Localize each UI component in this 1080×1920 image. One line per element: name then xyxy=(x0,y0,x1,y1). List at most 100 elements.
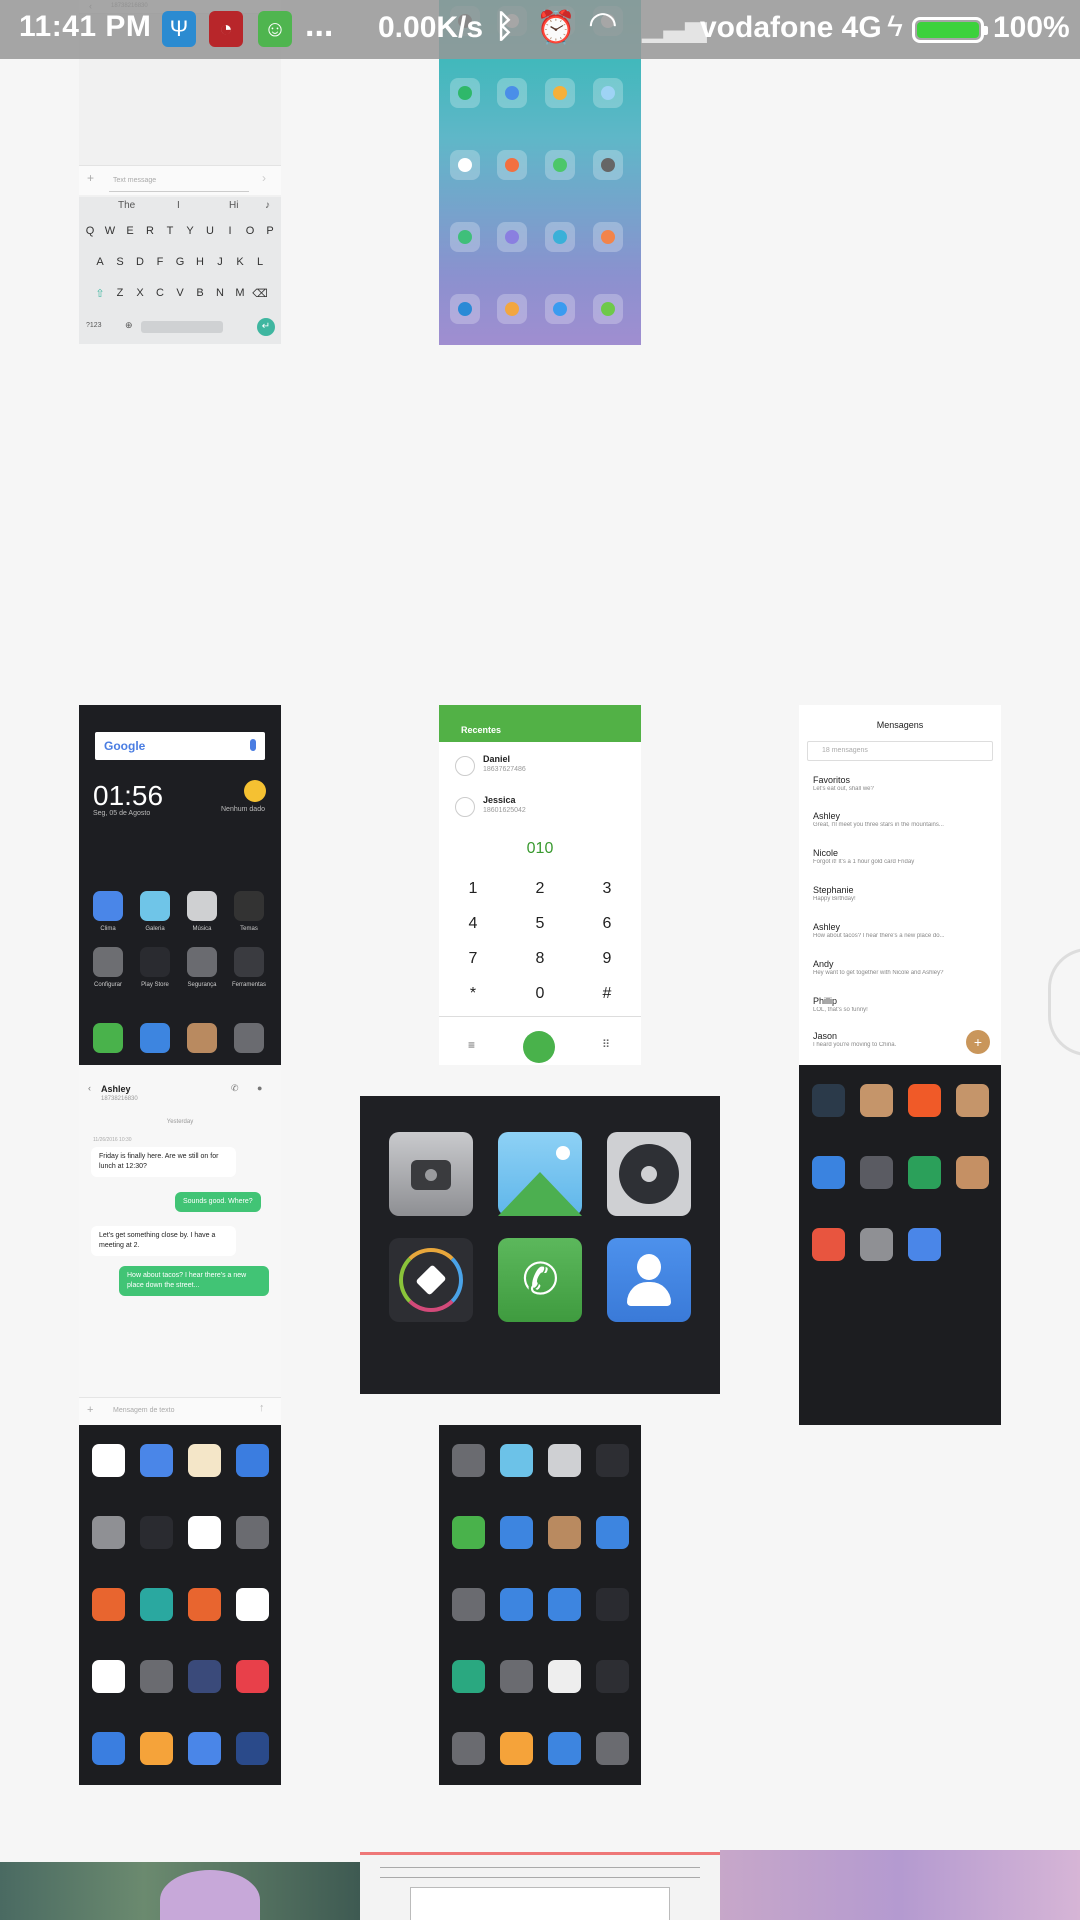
spacebar xyxy=(141,321,223,333)
enter-icon: ↵ xyxy=(257,318,275,336)
app-icon xyxy=(92,1588,125,1621)
dial-key: 2 xyxy=(535,880,545,897)
key-row-1: QWERTYUIOP xyxy=(85,225,274,237)
app-icon xyxy=(908,1228,941,1261)
dial-key: 4 xyxy=(468,915,478,932)
settings-icon xyxy=(450,150,480,180)
browser-icon xyxy=(140,1023,170,1053)
play-store-icon xyxy=(140,947,170,977)
dial-key: 5 xyxy=(535,915,545,932)
mail-icon xyxy=(92,1516,125,1549)
dial-key: 6 xyxy=(602,915,612,932)
play-store-icon xyxy=(188,1516,221,1549)
app-label: Temas xyxy=(240,926,258,932)
icon-theme-thumbnail[interactable] xyxy=(79,1425,281,1785)
app-icon xyxy=(92,1732,125,1765)
tools-icon xyxy=(234,947,264,977)
app-label: Galeria xyxy=(145,926,165,932)
messages-title: Mensagens xyxy=(876,720,924,730)
app-icon xyxy=(500,1588,533,1621)
more-notifications-icon: ... xyxy=(305,6,334,44)
suggestion: The xyxy=(118,200,136,211)
wifi-icon: ◠ xyxy=(588,5,618,43)
status-bar: 11:41 PM Ψ ◔ ☺ ... 0.00K/s ᛒ ⏰ ◠ ▁▃▅ vod… xyxy=(0,0,1080,59)
app-label: Música xyxy=(192,926,212,932)
app-icon xyxy=(188,1660,221,1693)
sim-icon xyxy=(497,294,527,324)
list-item: Andy Hey want to get together with Nicole… xyxy=(813,959,944,976)
alarm-icon: ⏰ xyxy=(536,9,576,45)
message-input: Text message xyxy=(109,170,249,192)
list-item: Phillip LOL, that's so funny! xyxy=(813,996,868,1013)
list-item: Nicole Forgot it! It's a 1 hour gold card… xyxy=(813,848,915,865)
contact-icon: ● xyxy=(257,1083,263,1093)
app-icon xyxy=(450,222,480,252)
document-thumbnail[interactable] xyxy=(360,1852,720,1920)
calendar-icon xyxy=(188,1732,221,1765)
call-icon: ✆ xyxy=(231,1083,239,1093)
recorder-icon xyxy=(500,1660,533,1693)
chat-input: Mensagem de texto xyxy=(113,1407,175,1414)
icon-theme-thumbnail[interactable] xyxy=(439,1425,641,1785)
keyboard: The I Hi ♪ QWERTYUIOP ASDFGHJKL ⇧ ZXCVBN… xyxy=(79,197,281,344)
charging-icon: ϟ xyxy=(887,10,903,43)
recorder-icon xyxy=(497,222,527,252)
suggestion: Hi xyxy=(229,200,239,211)
upload-icon xyxy=(545,294,575,324)
key-row-3: ⇧ ZXCVBNM ⌫ xyxy=(79,287,281,300)
weather-icon xyxy=(236,1444,269,1477)
avatar xyxy=(455,797,475,817)
scroll-handle[interactable] xyxy=(1048,948,1080,1056)
compass-icon xyxy=(450,294,480,324)
chat-input-bar: + Mensagem de texto ↑ xyxy=(79,1397,281,1425)
symbols-key: ?123 xyxy=(86,322,102,329)
typed-number: 010 xyxy=(526,840,554,857)
dial-key: # xyxy=(602,985,612,1002)
sim-icon xyxy=(500,1732,533,1765)
dial-key: 7 xyxy=(468,950,478,967)
app-icon xyxy=(593,78,623,108)
list-item: Favoritos Let's eat out, shall we? xyxy=(813,775,874,792)
app-icon xyxy=(548,1660,581,1693)
add-icon: + xyxy=(87,171,95,185)
app-label: Ferramentas xyxy=(231,982,266,988)
browser-icon xyxy=(596,1516,629,1549)
recent-contact: Daniel 18637627486 xyxy=(455,754,625,786)
list-item: Ashley How about tacos? I hear there's a … xyxy=(813,922,945,939)
app-label: Segurança xyxy=(187,982,217,988)
message-bubble: Let's get something close by. I have a m… xyxy=(91,1226,236,1256)
message-bubble: Friday is finally here. Are we still on … xyxy=(91,1147,236,1177)
messaging-icon xyxy=(548,1516,581,1549)
phone-icon xyxy=(452,1516,485,1549)
weather-icon xyxy=(244,780,266,802)
app-icon xyxy=(140,1732,173,1765)
menu-icon: ≡ xyxy=(468,1038,476,1052)
mi-home-icon xyxy=(908,1156,941,1189)
music-icon xyxy=(187,891,217,921)
launcher-thumbnail[interactable]: Google 01:56 Seg, 05 de Agosto Nenhum da… xyxy=(79,705,281,1065)
dialer-thumbnail[interactable]: Recentes Daniel 18637627486 Jessica 1860… xyxy=(439,705,641,1065)
suggestion: I xyxy=(177,200,180,211)
icon-preview-thumbnail[interactable]: ✆ xyxy=(360,1096,720,1394)
wallpaper-thumbnail[interactable] xyxy=(0,1862,360,1920)
messages-thumbnail[interactable]: Mensagens 18 mensagens Favoritos Let's ea… xyxy=(799,705,1001,1065)
mi-icon xyxy=(497,150,527,180)
icon-theme-thumbnail[interactable] xyxy=(799,1065,1001,1425)
wallpaper-thumbnail[interactable] xyxy=(720,1850,1080,1920)
gallery-icon xyxy=(498,1132,582,1216)
list-item: Stephanie Happy Birthday! xyxy=(813,885,856,902)
carrier: vodafone 4G xyxy=(700,11,882,44)
camera-icon xyxy=(452,1444,485,1477)
bluetooth-icon: ᛒ xyxy=(495,8,515,44)
app-icon xyxy=(236,1732,269,1765)
chat-thumbnail[interactable]: ‹ Ashley 18738216830 ✆ ● Yesterday 11/26… xyxy=(79,1065,281,1425)
chat-number: 18738216830 xyxy=(101,1096,138,1102)
app-icon xyxy=(236,1660,269,1693)
app-icon xyxy=(140,1588,173,1621)
keypad-icon: ⠿ xyxy=(602,1039,611,1051)
shift-icon: ⇧ xyxy=(95,288,105,300)
app-icon xyxy=(545,78,575,108)
clock-app-icon: ◔ xyxy=(209,11,243,47)
gallery-icon xyxy=(500,1444,533,1477)
wallet-icon xyxy=(812,1084,845,1117)
